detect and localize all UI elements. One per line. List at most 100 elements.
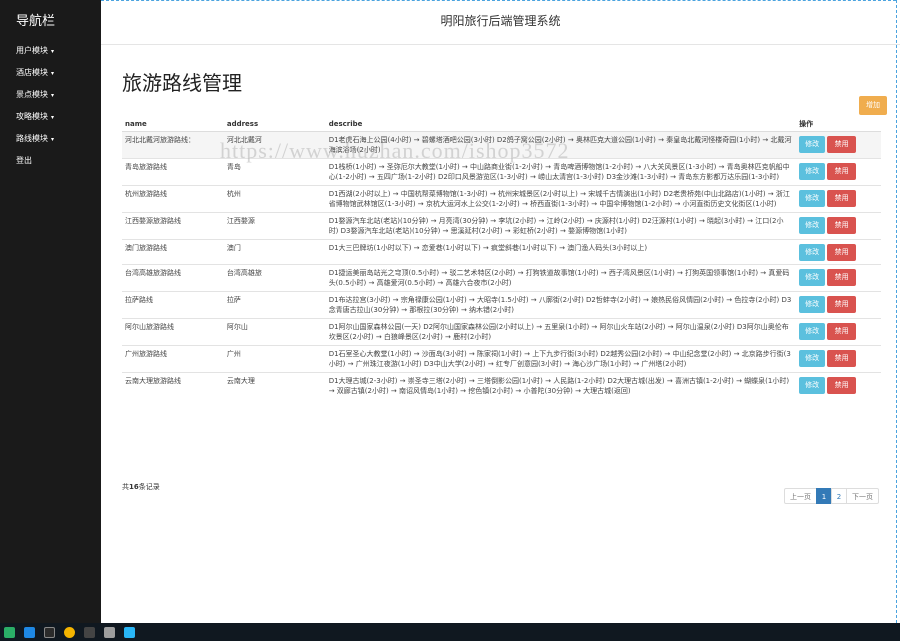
caret-down-icon: ▾ [51, 136, 55, 143]
sidebar-item-guide[interactable]: 攻略模块 ▾ [0, 106, 101, 128]
table-row: 广州旅游路线 广州 D1石室圣心大教堂(1小时) → 沙面岛(3小时) → 陈家祠(… [122, 345, 881, 373]
column-header-operation: 操作 [796, 117, 881, 132]
sidebar: 导航栏 用户模块 ▾ 酒店模块 ▾ 景点模块 ▾ 攻略模块 ▾ 路线模块 ▾ 登出 [0, 0, 101, 623]
disable-button[interactable]: 禁用 [827, 350, 857, 367]
sidebar-item-logout[interactable]: 登出 [0, 150, 101, 172]
cell-name: 江西婺源旅游路线 [122, 212, 224, 240]
column-header-describe: describe [325, 117, 797, 132]
cell-address: 拉萨 [223, 291, 326, 319]
wechat-icon[interactable] [4, 626, 15, 638]
column-header-name: name [122, 117, 224, 132]
cell-operation: 修改 禁用 [796, 131, 881, 159]
cell-describe: D1石室圣心大教堂(1小时) → 沙面岛(3小时) → 陈家祠(1小时) → 上… [325, 345, 797, 373]
edit-button[interactable]: 修改 [799, 350, 826, 367]
cell-name: 青岛旅游路线 [122, 158, 224, 186]
pagination-page-2[interactable]: 2 [831, 488, 847, 504]
cell-operation: 修改 禁用 [796, 212, 881, 240]
cell-operation: 修改 禁用 [796, 291, 881, 319]
table-row: 阿尔山旅游路线 阿尔山 D1阿尔山国家森林公园(一天) D2阿尔山国家森林公园(2小… [122, 318, 881, 346]
taskbar [0, 623, 900, 641]
cell-operation: 修改 禁用 [796, 185, 881, 213]
cell-address: 青岛 [223, 158, 326, 186]
disable-button[interactable]: 禁用 [827, 377, 857, 394]
edit-button[interactable]: 修改 [799, 190, 826, 207]
disable-button[interactable]: 禁用 [827, 269, 857, 286]
chrome-icon[interactable] [64, 626, 75, 638]
table-row: 台湾高雄旅游路线 台湾高雄旅 D1捷运美丽岛站光之穹顶(0.5小时) → 驳二艺术特… [122, 264, 881, 292]
cell-describe: D1布达拉宫(3小时) → 宗角禄康公园(1小时) → 大昭寺(1.5小时) →… [325, 291, 797, 319]
main-content: 旅游路线管理 增加 name address describe 操作 河北北戴河… [101, 45, 900, 623]
cell-name: 澳门旅游路线 [122, 239, 224, 265]
cell-name: 河北北戴河旅游路线： [122, 131, 224, 159]
cell-operation: 修改 禁用 [796, 372, 881, 399]
cell-name: 云南大理旅游路线 [122, 372, 224, 399]
add-button[interactable]: 增加 [859, 96, 887, 115]
pagination-prev[interactable]: 上一页 [784, 488, 817, 504]
cell-describe: D1西湖(2小时以上) → 中国杭帮菜博物馆(1-3小时) → 杭州宋城景区(2… [325, 185, 797, 213]
disable-button[interactable]: 禁用 [827, 296, 857, 313]
edit-button[interactable]: 修改 [799, 377, 826, 394]
pagination-page-1[interactable]: 1 [816, 488, 832, 504]
cell-operation: 修改 禁用 [796, 264, 881, 292]
cell-address: 台湾高雄旅 [223, 264, 326, 292]
cell-name: 台湾高雄旅游路线 [122, 264, 224, 292]
edit-button[interactable]: 修改 [799, 163, 826, 180]
cell-operation: 修改 禁用 [796, 345, 881, 373]
disable-button[interactable]: 禁用 [827, 163, 857, 180]
pagination-next[interactable]: 下一页 [846, 488, 879, 504]
terminal-icon[interactable] [84, 626, 95, 638]
sidebar-item-hotel[interactable]: 酒店模块 ▾ [0, 62, 101, 84]
disable-button[interactable]: 禁用 [827, 244, 857, 261]
caret-down-icon: ▾ [51, 70, 55, 77]
header: 明阳旅行后端管理系统 [101, 0, 900, 45]
ide-icon[interactable] [44, 626, 55, 638]
sidebar-item-user[interactable]: 用户模块 ▾ [0, 40, 101, 62]
cell-describe: D1大理古城(2-3小时) → 崇圣寺三塔(2小时) → 三塔倒影公园(1小时)… [325, 372, 797, 399]
edit-button[interactable]: 修改 [799, 136, 826, 153]
table-row: 云南大理旅游路线 云南大理 D1大理古城(2-3小时) → 崇圣寺三塔(2小时) →… [122, 372, 881, 399]
sidebar-item-label: 景点模块 [16, 90, 48, 99]
cell-operation: 修改 禁用 [796, 318, 881, 346]
sidebar-item-label: 攻略模块 [16, 112, 48, 121]
column-header-address: address [223, 117, 326, 132]
cell-name: 杭州旅游路线 [122, 185, 224, 213]
cell-address: 广州 [223, 345, 326, 373]
routes-table: name address describe 操作 河北北戴河旅游路线： 河北北戴河… [122, 117, 881, 399]
cell-operation: 修改 禁用 [796, 239, 881, 265]
cell-address: 河北北戴河 [223, 131, 326, 159]
disable-button[interactable]: 禁用 [827, 323, 857, 340]
sidebar-menu: 用户模块 ▾ 酒店模块 ▾ 景点模块 ▾ 攻略模块 ▾ 路线模块 ▾ 登出 [0, 40, 101, 172]
disable-button[interactable]: 禁用 [827, 217, 857, 234]
cell-name: 拉萨路线 [122, 291, 224, 319]
caret-down-icon: ▾ [51, 92, 55, 99]
record-count: 共16条记录 [122, 482, 160, 492]
pagination: 上一页 1 2 下一页 [784, 488, 879, 504]
browser-icon[interactable] [24, 626, 35, 638]
cell-address: 云南大理 [223, 372, 326, 399]
sidebar-brand: 导航栏 [16, 14, 56, 29]
sidebar-item-label: 用户模块 [16, 46, 48, 55]
cell-address: 杭州 [223, 185, 326, 213]
sidebar-item-label: 酒店模块 [16, 68, 48, 77]
cell-describe: D1阿尔山国家森林公园(一天) D2阿尔山国家森林公园(2小时以上) → 五里泉… [325, 318, 797, 346]
table-row: 江西婺源旅游路线 江西婺源 D1婺源汽车北站(老站)(10分钟) → 月亮湾(30分… [122, 212, 881, 240]
cell-describe: D1栈桥(1小时) → 圣弥厄尔大教堂(1小时) → 中山路商业街(1-2小时)… [325, 158, 797, 186]
files-icon[interactable] [104, 626, 115, 638]
edit-button[interactable]: 修改 [799, 269, 826, 286]
cell-address: 澳门 [223, 239, 326, 265]
sidebar-item-route[interactable]: 路线模块 ▾ [0, 128, 101, 150]
app-icon[interactable] [124, 626, 135, 638]
edit-button[interactable]: 修改 [799, 217, 826, 234]
sidebar-item-label: 登出 [16, 156, 32, 165]
disable-button[interactable]: 禁用 [827, 190, 857, 207]
cell-describe: D1老虎石海上公园(4小时) → 碧螺塔酒吧公园(3小时) D2鸽子窝公园(2小… [325, 131, 797, 159]
sidebar-item-label: 路线模块 [16, 134, 48, 143]
record-count-value: 16 [129, 483, 139, 491]
edit-button[interactable]: 修改 [799, 323, 826, 340]
edit-button[interactable]: 修改 [799, 244, 826, 261]
disable-button[interactable]: 禁用 [827, 136, 857, 153]
cell-operation: 修改 禁用 [796, 158, 881, 186]
edit-button[interactable]: 修改 [799, 296, 826, 313]
sidebar-item-scenic[interactable]: 景点模块 ▾ [0, 84, 101, 106]
table-row: 河北北戴河旅游路线： 河北北戴河 D1老虎石海上公园(4小时) → 碧螺塔酒吧公园(… [122, 131, 881, 159]
